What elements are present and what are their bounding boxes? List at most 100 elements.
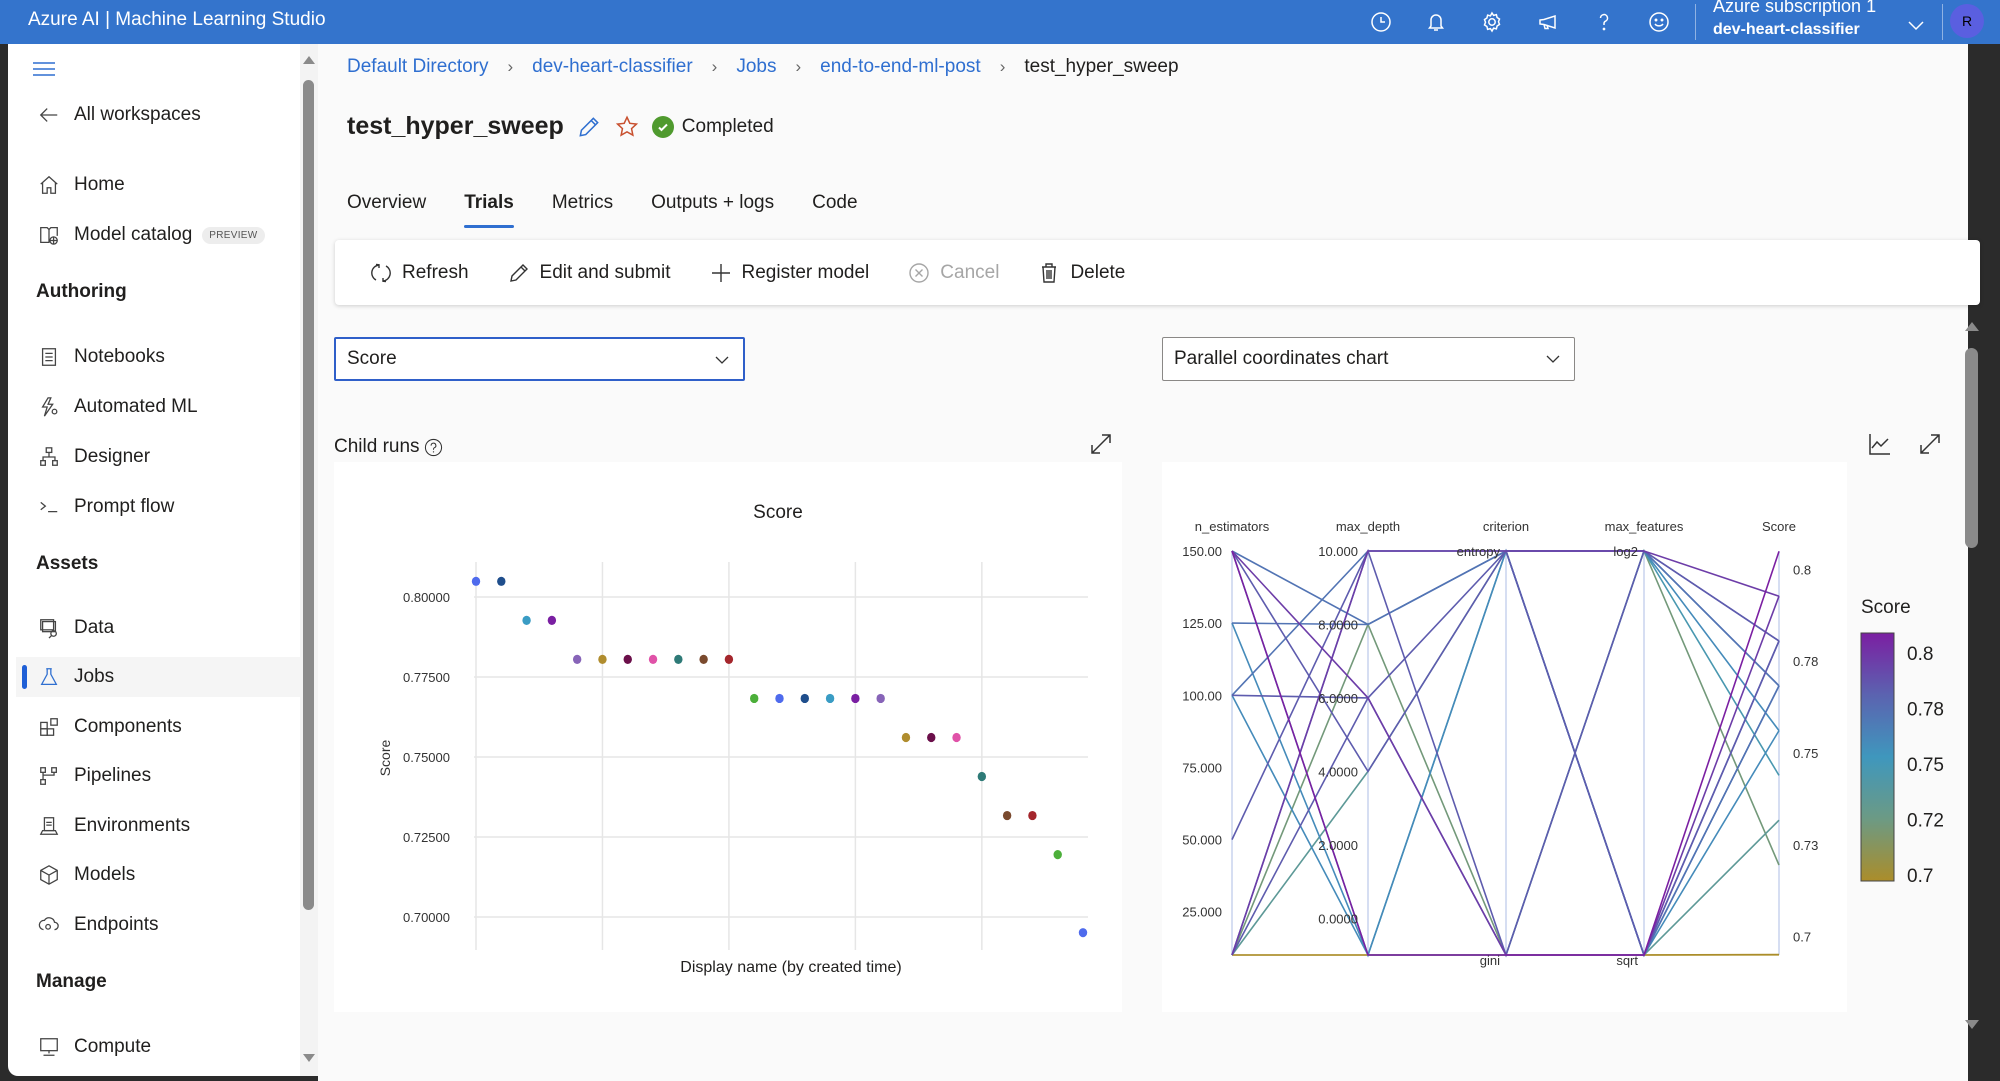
register-model-button[interactable]: Register model [709,261,870,285]
sidebar-item-automated-ml[interactable]: Automated ML [28,387,304,427]
breadcrumb-current: test_hyper_sweep [1024,56,1179,77]
scrollbar-thumb[interactable] [303,80,314,910]
app-title[interactable]: Azure AI | Machine Learning Studio [28,9,326,31]
sidebar-item-designer[interactable]: Designer [28,437,304,477]
sidebar-item-data[interactable]: Data [28,608,304,648]
help-circle-icon[interactable] [424,438,443,457]
breadcrumb-item[interactable]: Default Directory [347,56,489,78]
tab-overview[interactable]: Overview [347,192,426,228]
sidebar-item-model-catalog[interactable]: Model catalog PREVIEW [28,215,304,255]
sidebar-item-jobs[interactable]: Jobs [16,657,304,697]
sidebar-item-compute[interactable]: Compute [28,1027,304,1067]
axis-tick-label: 0.0000 [1318,911,1358,926]
components-icon [36,714,62,740]
x-axis-label: Display name (by created time) [680,959,901,976]
all-workspaces-link[interactable]: All workspaces [28,95,304,135]
axis-tick-label: 0.8 [1793,562,1811,577]
line-chart-icon[interactable] [1866,430,1894,458]
scroll-up-arrow-icon[interactable] [1965,322,1979,331]
breadcrumb-item[interactable]: dev-heart-classifier [532,56,693,78]
edit-and-submit-button[interactable]: Edit and submit [507,261,671,285]
colorbar-tick-label: 0.75 [1907,755,1944,776]
nav-label: Endpoints [74,914,159,935]
clock-icon[interactable] [1365,6,1397,38]
avatar[interactable]: R [1950,4,1984,38]
scatter-chart: Score 0.80000 0.77500 0.75000 0.72500 0.70000… [377,502,1088,976]
nav-label: Pipelines [74,765,152,786]
nav-label: Data [74,617,115,638]
sidebar-item-models[interactable]: Models [28,855,304,895]
sidebar-item-components[interactable]: Components [28,707,304,747]
chevron-down-icon[interactable] [1900,9,1932,41]
pencil-icon[interactable] [576,114,602,140]
y-tick-label: 0.80000 [403,590,450,605]
divider [1695,4,1696,40]
chevron-right-icon: › [795,57,802,76]
check-circle-icon [651,115,674,138]
axis-tick-label: 100.00 [1182,688,1222,703]
scroll-up-arrow-icon[interactable] [303,56,315,64]
parallel-chart-card: n_estimators max_depth criterion max_featur… [1162,462,1847,1012]
status-text: Completed [681,115,774,137]
gear-icon[interactable] [1476,6,1508,38]
child-runs-heading: Child runs [334,436,443,458]
metric-dropdown[interactable]: Score [334,337,745,381]
colorbar: Score 0.8 0.78 0.75 0.72 0.7 [1860,597,1944,887]
sidebar-item-pipelines[interactable]: Pipelines [28,756,304,796]
button-label: Register model [741,261,870,283]
sidebar-item-environments[interactable]: Environments [28,806,304,846]
nav-label: Automated ML [74,396,198,417]
breadcrumb-item[interactable]: end-to-end-ml-post [820,56,981,78]
megaphone-icon[interactable] [1532,6,1564,38]
refresh-button[interactable]: Refresh [369,261,469,285]
expand-icon[interactable] [1916,430,1944,458]
status-badge: Completed [651,115,774,138]
main-scrollbar[interactable] [1962,318,1982,1038]
axis-tick-label: 8.0000 [1318,617,1358,632]
help-icon[interactable] [1588,6,1620,38]
tab-metrics[interactable]: Metrics [552,192,613,228]
colorbar-tick-label: 0.7 [1907,866,1933,887]
subscription-name[interactable]: Azure subscription 1 [1713,0,1876,17]
model-catalog-icon [36,222,62,248]
nav-label: Designer [74,446,151,467]
chart-title: Score [753,502,803,523]
workspace-name[interactable]: dev-heart-classifier [1713,21,1860,39]
scroll-down-arrow-icon[interactable] [1965,1020,1979,1029]
nav-label: Environments [74,815,191,836]
sidebar: All workspaces Home Model catalog PREVIE… [8,44,304,1076]
button-label: Delete [1070,261,1126,283]
tab-code[interactable]: Code [812,192,857,228]
delete-button[interactable]: Delete [1037,261,1125,285]
data-point [648,654,658,664]
scrollbar-thumb[interactable] [1965,348,1978,548]
plus-icon [711,263,730,282]
hamburger-menu-icon[interactable] [32,60,56,78]
smiley-icon[interactable] [1643,6,1675,38]
axis-tick-label: 75.000 [1182,760,1222,775]
cancel-button[interactable]: Cancel [907,261,999,285]
bell-icon[interactable] [1420,6,1452,38]
tab-trials[interactable]: Trials [464,192,514,228]
data-point [977,771,987,782]
axis-tick-label: 50.000 [1182,833,1222,848]
colorbar-title: Score [1861,597,1911,618]
y-axis-label: Score [377,740,393,777]
sidebar-item-prompt-flow[interactable]: Prompt flow [28,487,304,527]
axis-tick-label: 0.75 [1793,746,1818,761]
data-point [1053,850,1062,860]
tab-outputs-logs[interactable]: Outputs + logs [651,192,774,228]
data-point [851,693,860,704]
sidebar-item-notebooks[interactable]: Notebooks [28,337,304,377]
scroll-down-arrow-icon[interactable] [303,1054,315,1062]
chart-type-dropdown[interactable]: Parallel coordinates chart [1162,337,1575,381]
automl-icon [36,394,62,420]
breadcrumb-item[interactable]: Jobs [736,56,776,78]
star-icon[interactable] [614,114,640,140]
expand-icon[interactable] [1087,430,1115,458]
sidebar-scrollbar[interactable] [300,44,318,1076]
data-point [952,732,961,743]
sidebar-item-home[interactable]: Home [28,165,304,205]
axis-tick-label: 2.0000 [1318,838,1358,853]
sidebar-item-endpoints[interactable]: Endpoints [28,905,304,945]
